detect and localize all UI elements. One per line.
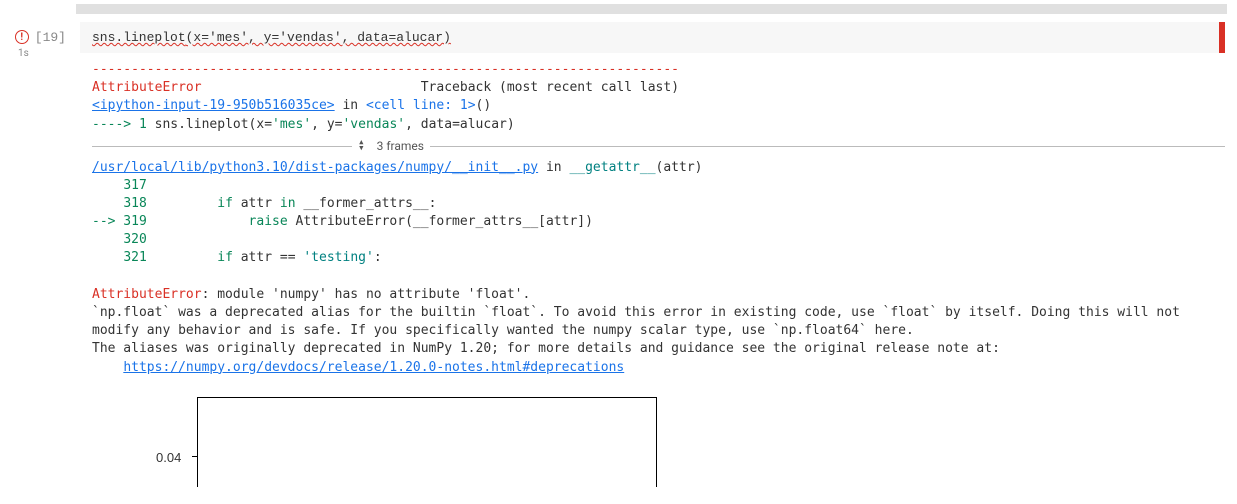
traceback-code-echo: sns.lineplot(x='mes', y='vendas', data=a… (155, 117, 515, 132)
src-line-318: 318 (92, 196, 155, 211)
numpy-func-name: __getattr__ (569, 160, 655, 175)
src-line-317: 317 (92, 178, 155, 193)
expand-frames-icon[interactable]: ▴▾ (358, 140, 365, 153)
execution-time: 1s (18, 48, 29, 59)
in-label: in (335, 98, 366, 113)
in-label-2: in (538, 160, 569, 175)
numpy-func-arg: (attr) (656, 160, 703, 175)
src-line-321: 321 (92, 250, 155, 265)
error-class-name: AttributeError (92, 80, 202, 95)
ipython-input-link[interactable]: <ipython-input-19-950b516035ce> (92, 98, 335, 113)
frames-count-label: 3 frames (377, 138, 424, 155)
collapsed-cell-placeholder[interactable] (76, 4, 1227, 14)
cell-output: ----------------------------------------… (80, 53, 1237, 495)
y-axis-tick-label: 0.04 (156, 449, 181, 467)
execution-count: [19] (35, 30, 66, 45)
cell-line-suffix: () (476, 98, 492, 113)
cell-line-ref: <cell line: 1> (366, 98, 476, 113)
final-error-class: AttributeError (92, 287, 202, 302)
numpy-file-link[interactable]: /usr/local/lib/python3.10/dist-packages/… (92, 160, 538, 175)
traceback-header: Traceback (most recent call last) (421, 80, 679, 95)
code-input[interactable]: sns.lineplot(x='mes', y='vendas', data=a… (80, 22, 1225, 53)
cell-body: sns.lineplot(x='mes', y='vendas', data=a… (76, 22, 1237, 495)
final-error-msg: : module 'numpy' has no attribute 'float… (202, 287, 531, 302)
code-args: (x='mes', y='vendas', data=alucar) (186, 30, 451, 45)
src-line-320: 320 (92, 232, 155, 247)
error-status-icon[interactable] (15, 30, 29, 44)
error-explain-2: The aliases was originally deprecated in… (92, 341, 1000, 356)
src-line-319: --> 319 (92, 214, 155, 229)
traceback-separator: ----------------------------------------… (92, 62, 679, 77)
cell-gutter: [19] 1s (0, 22, 76, 495)
plot-output: 0.04 (112, 397, 1225, 487)
traceback-arrow: ----> 1 (92, 117, 155, 132)
error-explain-1: `np.float` was a deprecated alias for th… (92, 305, 1188, 338)
frames-separator[interactable]: ▴▾ 3 frames (92, 138, 1225, 155)
code-token: sns.lineplot (92, 30, 186, 45)
numpy-release-notes-link[interactable]: https://numpy.org/devdocs/release/1.20.0… (123, 360, 624, 375)
notebook-cell: [19] 1s sns.lineplot(x='mes', y='vendas'… (0, 22, 1237, 495)
plot-frame (197, 397, 657, 487)
